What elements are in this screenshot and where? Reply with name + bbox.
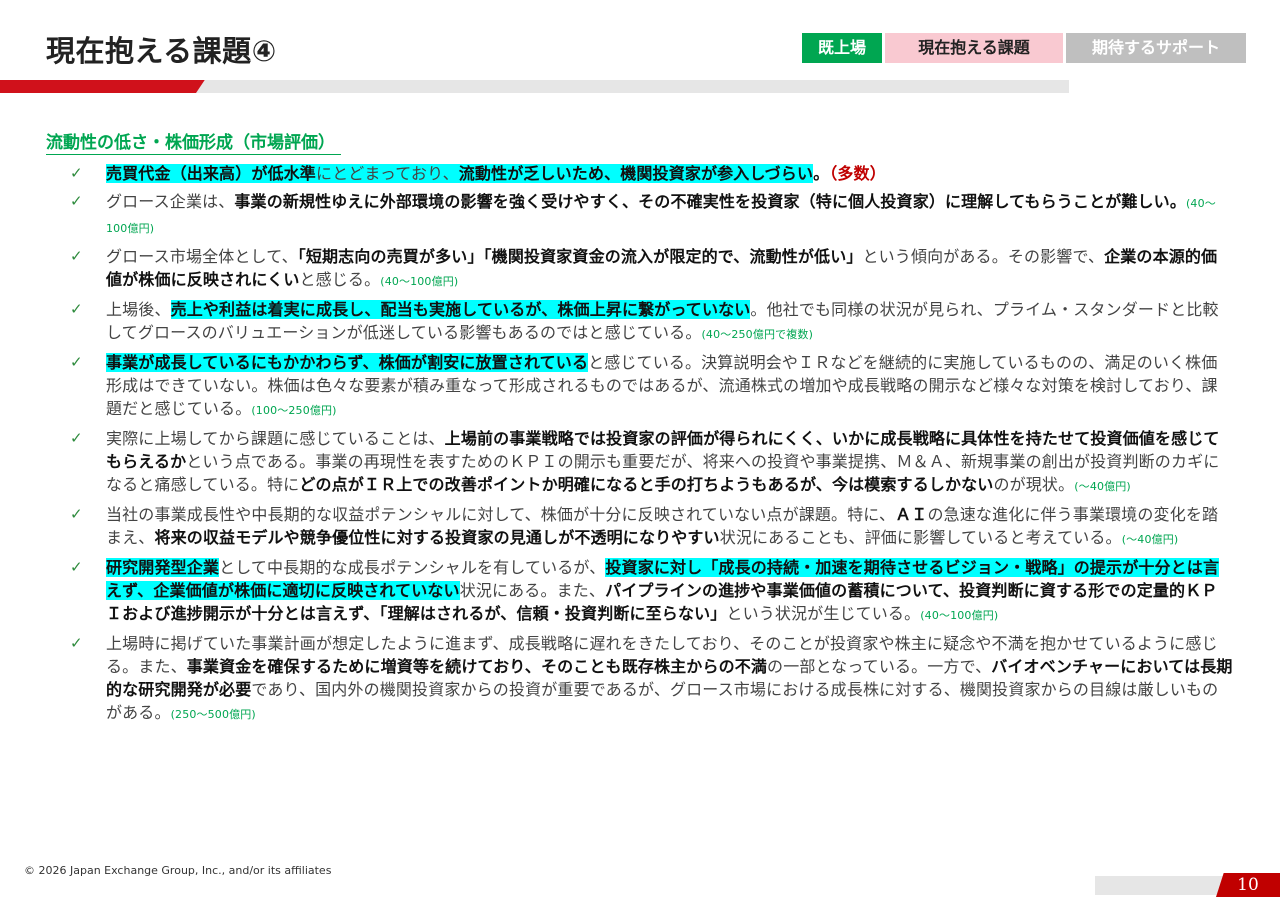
list-item-text: 実際に上場してから課題に感じていることは、上場前の事業戦略では投資家の評価が得ら… xyxy=(106,427,1233,498)
list-item-text: 上場後、売上や利益は着実に成長し、配当も実施しているが、株価上昇に繋がっていない… xyxy=(106,298,1233,346)
check-icon: ✓ xyxy=(70,164,83,182)
check-icon: ✓ xyxy=(70,558,83,576)
text-segment: 事業の新規性ゆえに外部環境の影響を強く受けやすく、その不確実性を投資家（特に個人… xyxy=(234,192,1186,211)
check-icon: ✓ xyxy=(70,300,83,318)
text-segment: という状況が生じている。 xyxy=(726,604,921,623)
text-segment: として中長期的な成長ポテンシャルを有しているが、 xyxy=(219,558,606,577)
header-accent-bar xyxy=(0,80,205,93)
text-segment: 将来の収益モデルや競争優位性に対する投資家の見通しが不透明になりやすい xyxy=(154,528,720,547)
market-cap-note: (40～100億円) xyxy=(920,609,999,622)
text-segment: 研究開発型企業 xyxy=(106,558,220,577)
list-item-text: 上場時に掲げていた事業計画が想定したように進まず、成長戦略に遅れをきたしており、… xyxy=(106,632,1233,726)
list-item: ✓ 事業が成長しているにもかかわらず、株価が割安に放置されていると感じている。決算… xyxy=(68,351,1233,422)
text-segment: 状況にある。また、 xyxy=(459,581,606,600)
text-segment: 状況にあることも、評価に影響していると考えている。 xyxy=(719,528,1122,547)
text-segment: グロース市場全体として、 xyxy=(106,247,298,266)
check-icon: ✓ xyxy=(70,192,83,210)
text-segment: の一部となっている。一方で、 xyxy=(767,657,992,676)
list-item: ✓ 当社の事業成長性や中長期的な収益ポテンシャルに対して、株価が十分に反映されてい… xyxy=(68,503,1233,551)
text-segment: 売上や利益は着実に成長し、配当も実施しているが、株価上昇に繋がっていない xyxy=(170,300,751,319)
check-icon: ✓ xyxy=(70,353,83,371)
text-segment: グロース企業は、 xyxy=(106,192,235,211)
text-segment: 上場後、 xyxy=(106,300,171,319)
market-cap-note: (250～500億円) xyxy=(170,708,256,721)
market-cap-note: (～40億円) xyxy=(1121,533,1179,546)
text-segment: のが現状。 xyxy=(993,475,1075,494)
list-item-text: グロース市場全体として、「短期志向の売買が多い」「機関投資家資金の流入が限定的で… xyxy=(106,245,1233,293)
list-item-text: 研究開発型企業として中長期的な成長ポテンシャルを有しているが、投資家に対し「成長… xyxy=(106,556,1233,627)
text-segment: どの点がＩＲ上での改善ポイントか明確になると手の打ちようもあるが、今は模索するし… xyxy=(299,475,994,494)
market-cap-note: (～40億円) xyxy=(1074,480,1131,493)
list-item: ✓ グロース企業は、事業の新規性ゆえに外部環境の影響を強く受けやすく、その不確実性… xyxy=(68,190,1233,240)
check-icon: ✓ xyxy=(70,247,83,265)
text-segment: 流動性が乏しいため、機関投資家が参入しづらい xyxy=(458,164,814,183)
list-item: ✓ 上場時に掲げていた事業計画が想定したように進まず、成長戦略に遅れをきたしており… xyxy=(68,632,1233,726)
market-cap-note: (40～100億円) xyxy=(380,275,459,288)
tab-listed: 既上場 xyxy=(802,33,882,63)
tab-expected-support: 期待するサポート xyxy=(1066,33,1246,63)
check-icon: ✓ xyxy=(70,505,83,523)
list-item: ✓ 研究開発型企業として中長期的な成長ポテンシャルを有しているが、投資家に対し「成… xyxy=(68,556,1233,627)
text-segment: 売買代金（出来高）が低水準 xyxy=(106,164,316,183)
tab-current-issues: 現在抱える課題 xyxy=(885,33,1063,63)
list-item-text: 事業が成長しているにもかかわらず、株価が割安に放置されていると感じている。決算説… xyxy=(106,351,1233,422)
page-title: 現在抱える課題④ xyxy=(46,34,277,68)
list-item: ✓ 上場後、売上や利益は着実に成長し、配当も実施しているが、株価上昇に繋がっていな… xyxy=(68,298,1233,346)
text-segment: 。 xyxy=(813,164,830,183)
section-tabs: 既上場 現在抱える課題 期待するサポート xyxy=(802,33,1246,63)
check-icon: ✓ xyxy=(70,429,83,447)
list-item: ✓ 売買代金（出来高）が低水準にとどまっており、流動性が乏しいため、機関投資家が参… xyxy=(68,162,1233,185)
text-segment: 事業資金を確保するために増資等を続けており、そのことも既存株主からの不満 xyxy=(186,657,768,676)
text-segment: （多数） xyxy=(829,164,886,183)
text-segment: と感じる。 xyxy=(299,270,381,289)
section-title: 流動性の低さ・株価形成（市場評価） xyxy=(46,128,341,155)
text-segment: という傾向がある。その影響で、 xyxy=(862,247,1105,266)
text-segment: にとどまっており、 xyxy=(315,164,459,183)
header-gray-bar xyxy=(196,80,1069,93)
market-cap-note: (100～250億円) xyxy=(251,404,337,417)
list-item-text: 当社の事業成長性や中長期的な収益ポテンシャルに対して、株価が十分に反映されていな… xyxy=(106,503,1233,551)
list-item: ✓ グロース市場全体として、「短期志向の売買が多い」「機関投資家資金の流入が限定的… xyxy=(68,245,1233,293)
footer-gray-bar xyxy=(1095,876,1235,895)
text-segment: ＡＩ xyxy=(895,505,928,524)
list-item: ✓ 実際に上場してから課題に感じていることは、上場前の事業戦略では投資家の評価が得… xyxy=(68,427,1233,498)
market-cap-note: (40～250億円で複数) xyxy=(701,328,814,341)
list-item-text: 売買代金（出来高）が低水準にとどまっており、流動性が乏しいため、機関投資家が参入… xyxy=(106,162,1233,185)
text-segment: 当社の事業成長性や中長期的な収益ポテンシャルに対して、株価が十分に反映されていな… xyxy=(106,505,896,524)
text-segment: 「短期志向の売買が多い」「機関投資家資金の流入が限定的で、流動性が低い」 xyxy=(297,247,863,266)
issue-list: ✓ 売買代金（出来高）が低水準にとどまっており、流動性が乏しいため、機関投資家が参… xyxy=(68,162,1233,731)
list-item-text: グロース企業は、事業の新規性ゆえに外部環境の影響を強く受けやすく、その不確実性を… xyxy=(106,190,1233,240)
check-icon: ✓ xyxy=(70,634,83,652)
text-segment: 事業が成長しているにもかかわらず、株価が割安に放置されている xyxy=(106,353,589,372)
text-segment: 実際に上場してから課題に感じていることは、 xyxy=(106,429,445,448)
copyright: © 2026 Japan Exchange Group, Inc., and/o… xyxy=(24,864,332,877)
text-segment: であり、国内外の機関投資家からの投資が重要であるが、グロース市場における成長株に… xyxy=(106,680,1219,722)
page-number: 10 xyxy=(1216,873,1280,897)
